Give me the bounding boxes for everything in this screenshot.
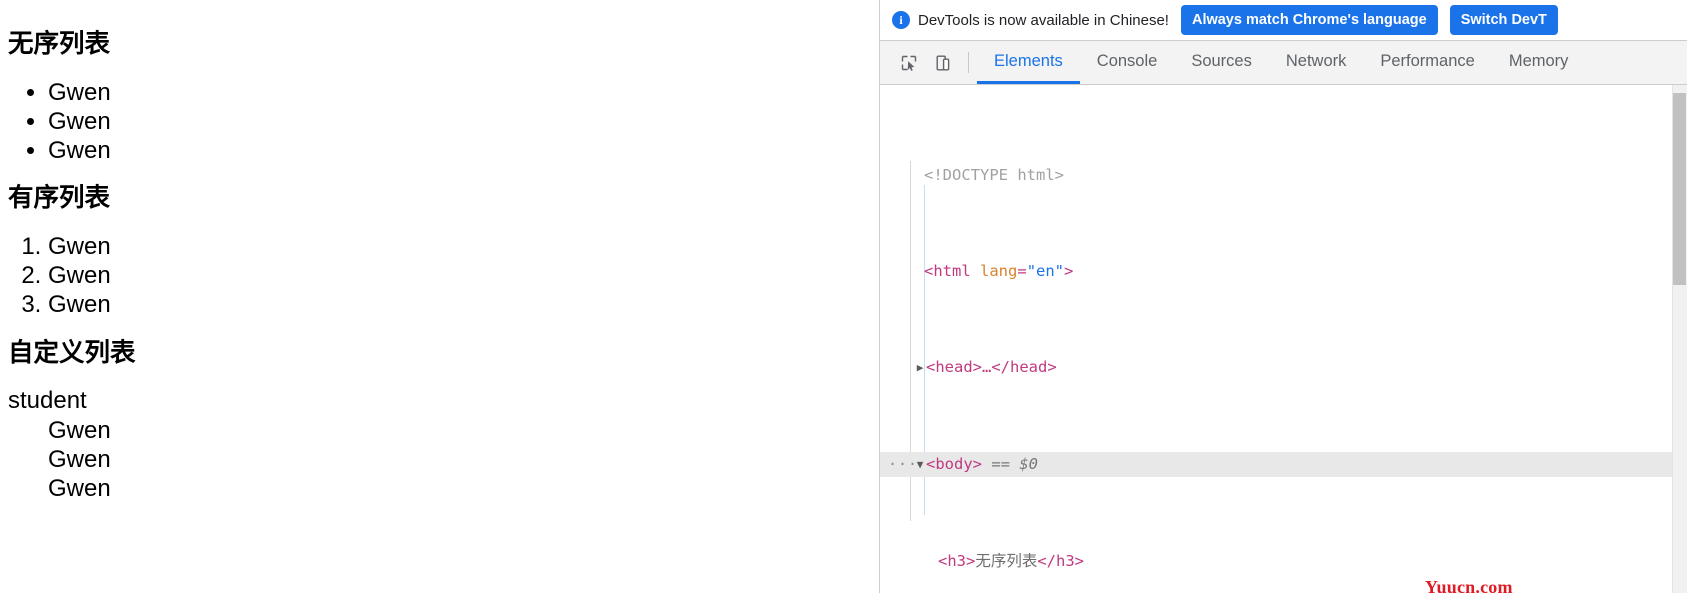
- page-heading-ordered: 有序列表: [8, 184, 111, 213]
- tab-memory[interactable]: Memory: [1492, 41, 1586, 84]
- app-root: 无序列表 Gwen Gwen Gwen 有序列表 Gwen Gwen Gwen …: [0, 0, 1687, 593]
- dom-node-doctype[interactable]: <!DOCTYPE html>: [880, 163, 1687, 187]
- tab-console[interactable]: Console: [1080, 41, 1175, 84]
- definition-list: student Gwen Gwen Gwen: [8, 386, 871, 503]
- device-toolbar-icon: [936, 55, 950, 71]
- web-page-content: 无序列表 Gwen Gwen Gwen 有序列表 Gwen Gwen Gwen …: [0, 0, 879, 503]
- definition-desc: Gwen: [48, 445, 111, 473]
- dom-node-body[interactable]: ··· ▼ <body> == $0: [880, 452, 1687, 477]
- list-item: Gwen: [48, 290, 871, 319]
- node-badge-dots[interactable]: ···: [888, 452, 918, 476]
- elements-dom-tree-pane[interactable]: <!DOCTYPE html> <html lang="en"> ▶ <head>…: [880, 85, 1687, 593]
- infobar-message: DevTools is now available in Chinese!: [918, 11, 1169, 29]
- definition-desc: Gwen: [48, 416, 111, 444]
- dom-tree-scrollbar-thumb[interactable]: [1673, 93, 1686, 285]
- devtools-tabstrip: Elements Console Sources Network Perform…: [880, 41, 1687, 85]
- ordered-list: Gwen Gwen Gwen: [8, 232, 871, 320]
- list-item: Gwen: [48, 107, 871, 136]
- web-page-pane: 无序列表 Gwen Gwen Gwen 有序列表 Gwen Gwen Gwen …: [0, 0, 880, 593]
- always-match-language-button[interactable]: Always match Chrome's language: [1180, 5, 1438, 35]
- inspect-element-button[interactable]: [892, 41, 926, 84]
- toolbar-divider: [968, 52, 969, 73]
- cursor-select-icon: [901, 55, 917, 71]
- page-heading-unordered: 无序列表: [8, 30, 111, 58]
- expand-triangle-icon[interactable]: ▶: [914, 356, 926, 380]
- tab-sources[interactable]: Sources: [1174, 41, 1269, 84]
- switch-devtools-language-button[interactable]: Switch DevT: [1449, 5, 1558, 35]
- definition-term: student: [8, 387, 87, 415]
- list-item: Gwen: [48, 136, 871, 165]
- page-heading-definition: 自定义列表: [8, 338, 136, 367]
- toggle-device-toolbar-button[interactable]: [926, 41, 960, 84]
- dom-tree: <!DOCTYPE html> <html lang="en"> ▶ <head>…: [880, 85, 1687, 593]
- unordered-list: Gwen Gwen Gwen: [8, 78, 871, 166]
- tab-elements[interactable]: Elements: [977, 41, 1080, 84]
- list-item: Gwen: [48, 78, 871, 107]
- list-item: Gwen: [48, 261, 871, 290]
- dom-node-h3-unordered[interactable]: <h3>无序列表</h3>: [880, 549, 1687, 573]
- watermark: Yuucn.com: [1425, 577, 1513, 593]
- devtools-panel: i DevTools is now available in Chinese! …: [880, 0, 1687, 593]
- devtools-infobar: i DevTools is now available in Chinese! …: [880, 0, 1687, 41]
- list-item: Gwen: [48, 232, 871, 261]
- tab-performance[interactable]: Performance: [1363, 41, 1491, 84]
- dom-node-head[interactable]: ▶ <head>…</head>: [880, 355, 1687, 380]
- dom-node-html[interactable]: <html lang="en">: [880, 259, 1687, 283]
- dom-tree-scrollbar[interactable]: [1672, 85, 1687, 593]
- definition-desc: Gwen: [48, 475, 111, 503]
- tab-network[interactable]: Network: [1269, 41, 1364, 84]
- info-icon: i: [892, 11, 910, 29]
